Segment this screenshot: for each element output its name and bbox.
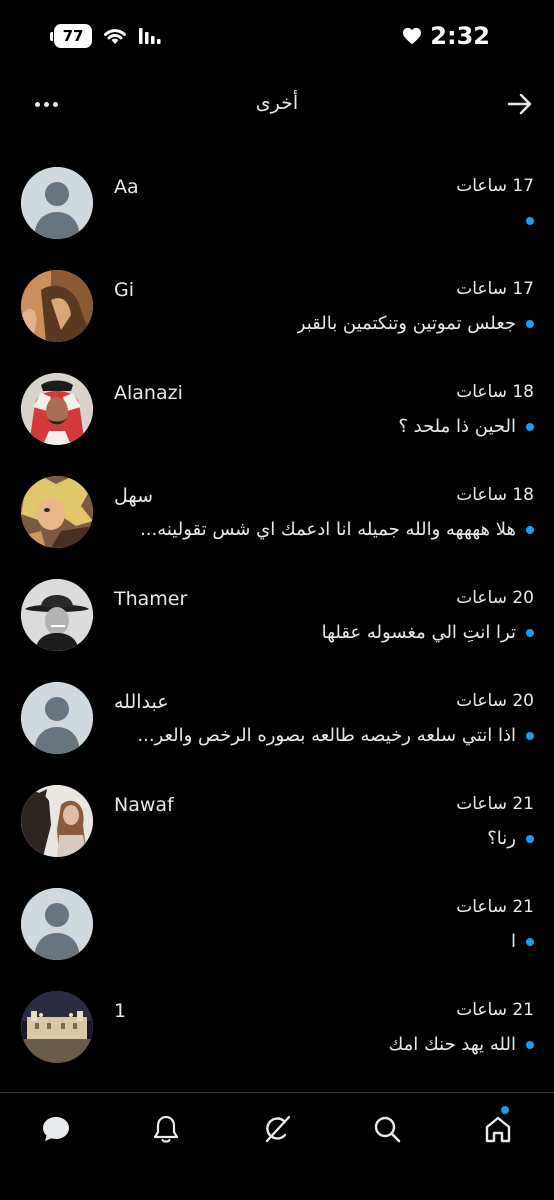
search-icon [374,1116,401,1143]
message-preview: اذا انتي سلعه رخيصه طالعه بصوره الرخص وا… [137,725,534,746]
notification-badge [501,1106,509,1114]
message-preview: رنا؟ [487,828,534,849]
unread-dot [526,834,534,843]
conversation-list: Aa 17 ساعات ٍ Gi 17 ساعات جعلس تموتين وت… [0,154,554,1081]
conversation-row[interactable]: Thamer 20 ساعات ترا انتِ الي مغسوله عقله… [0,566,554,669]
timestamp: 21 ساعات [456,794,534,814]
home-icon [485,1116,511,1143]
unread-dot [526,731,534,740]
tab-search[interactable] [367,1109,407,1149]
profile-photo [21,373,93,445]
timestamp: 21 ساعات [456,897,534,917]
timestamp: 18 ساعات [456,382,534,402]
conversation-row[interactable]: 1 21 ساعات الله يهد حنك امك [0,978,554,1081]
conversation-row[interactable]: 21 ساعات ا [0,875,554,978]
profile-photo [21,476,93,548]
notifications-icon [153,1115,179,1143]
message-preview: الحين ذا ملحد ؟ [398,416,534,437]
timestamp: 17 ساعات [456,279,534,299]
messages-icon [43,1117,69,1141]
tab-grok[interactable] [257,1109,297,1149]
avatar[interactable] [21,888,93,960]
conversation-row[interactable]: عبدالله 20 ساعات اذا انتي سلعه رخيصه طال… [0,669,554,772]
tab-home[interactable] [478,1106,518,1149]
message-text: رنا؟ [487,828,516,849]
tab-notifications[interactable] [146,1109,186,1149]
default-avatar-icon [21,682,93,754]
profile-photo [21,270,93,342]
message-text: الحين ذا ملحد ؟ [398,416,516,437]
sender-name: Aa [114,176,139,198]
message-text: هلا ههههه والله جميله انا ادعمك اي شس تق… [140,519,516,540]
conversation-row[interactable]: سهل 18 ساعات هلا ههههه والله جميله انا ا… [0,463,554,566]
conversation-row[interactable]: Aa 17 ساعات ٍ [0,154,554,257]
timestamp: 18 ساعات [456,485,534,505]
avatar[interactable] [21,991,93,1063]
timestamp: 20 ساعات [456,588,534,608]
avatar[interactable] [21,785,93,857]
message-text: اذا انتي سلعه رخيصه طالعه بصوره الرخص وا… [137,725,516,746]
sender-name: سهل [114,485,154,507]
arrow-right-icon [507,93,532,115]
grok-icon [265,1115,291,1143]
message-preview: ا [511,931,534,952]
profile-photo [21,785,93,857]
battery-level: 77 [62,27,84,45]
back-button[interactable] [500,86,540,122]
heart-icon [403,27,422,45]
message-text: جعلس تموتين وتنكتمين بالقبر [296,313,516,334]
sender-name: Gi [114,279,135,301]
unread-dot [526,937,534,946]
sender-name: Thamer [114,588,188,610]
timestamp: 21 ساعات [456,1000,534,1020]
timestamp: 17 ساعات [456,176,534,196]
signal-icon [139,28,161,44]
avatar[interactable] [21,682,93,754]
avatar[interactable] [21,373,93,445]
unread-dot [526,319,534,328]
avatar[interactable] [21,476,93,548]
message-text: الله يهد حنك امك [388,1034,516,1055]
bottom-tab-bar [0,1092,554,1200]
avatar[interactable] [21,579,93,651]
status-bar: 77 2:32 [0,0,554,76]
timestamp: 20 ساعات [456,691,534,711]
message-preview: الله يهد حنك امك [388,1034,534,1055]
unread-dot [526,422,534,431]
header: أخرى [0,76,554,134]
sender-name: 1 [114,1000,127,1022]
message-text: ا [510,931,516,952]
unread-dot [526,216,534,225]
unread-dot [526,525,534,534]
conversation-row[interactable]: Gi 17 ساعات جعلس تموتين وتنكتمين بالقبر [0,257,554,360]
conversation-row[interactable]: Nawaf 21 ساعات رنا؟ [0,772,554,875]
page-title: أخرى [255,92,299,114]
tab-messages[interactable] [36,1109,76,1149]
clock: 2:32 [430,22,490,50]
battery-icon: 77 [50,24,92,48]
status-right: 2:32 [402,22,490,50]
sender-name: Nawaf [114,794,174,816]
profile-photo [21,579,93,651]
profile-photo [21,991,93,1063]
message-preview: جعلس تموتين وتنكتمين بالقبر [297,313,534,334]
default-avatar-icon [21,167,93,239]
unread-dot [526,1040,534,1049]
avatar[interactable] [21,270,93,342]
sender-name: Alanazi [114,382,183,404]
sender-name: عبدالله [114,691,169,713]
message-preview: ترا انتِ الي مغسوله عقلها [322,622,534,643]
message-text: ترا انتِ الي مغسوله عقلها [321,622,516,643]
avatar[interactable] [21,167,93,239]
unread-dot [526,628,534,637]
conversation-row[interactable]: Alanazi 18 ساعات الحين ذا ملحد ؟ [0,360,554,463]
message-preview: هلا ههههه والله جميله انا ادعمك اي شس تق… [140,519,534,540]
status-left: 77 [50,24,162,48]
default-avatar-icon [21,888,93,960]
message-preview: ٍ [516,210,534,231]
wifi-icon [104,29,126,44]
